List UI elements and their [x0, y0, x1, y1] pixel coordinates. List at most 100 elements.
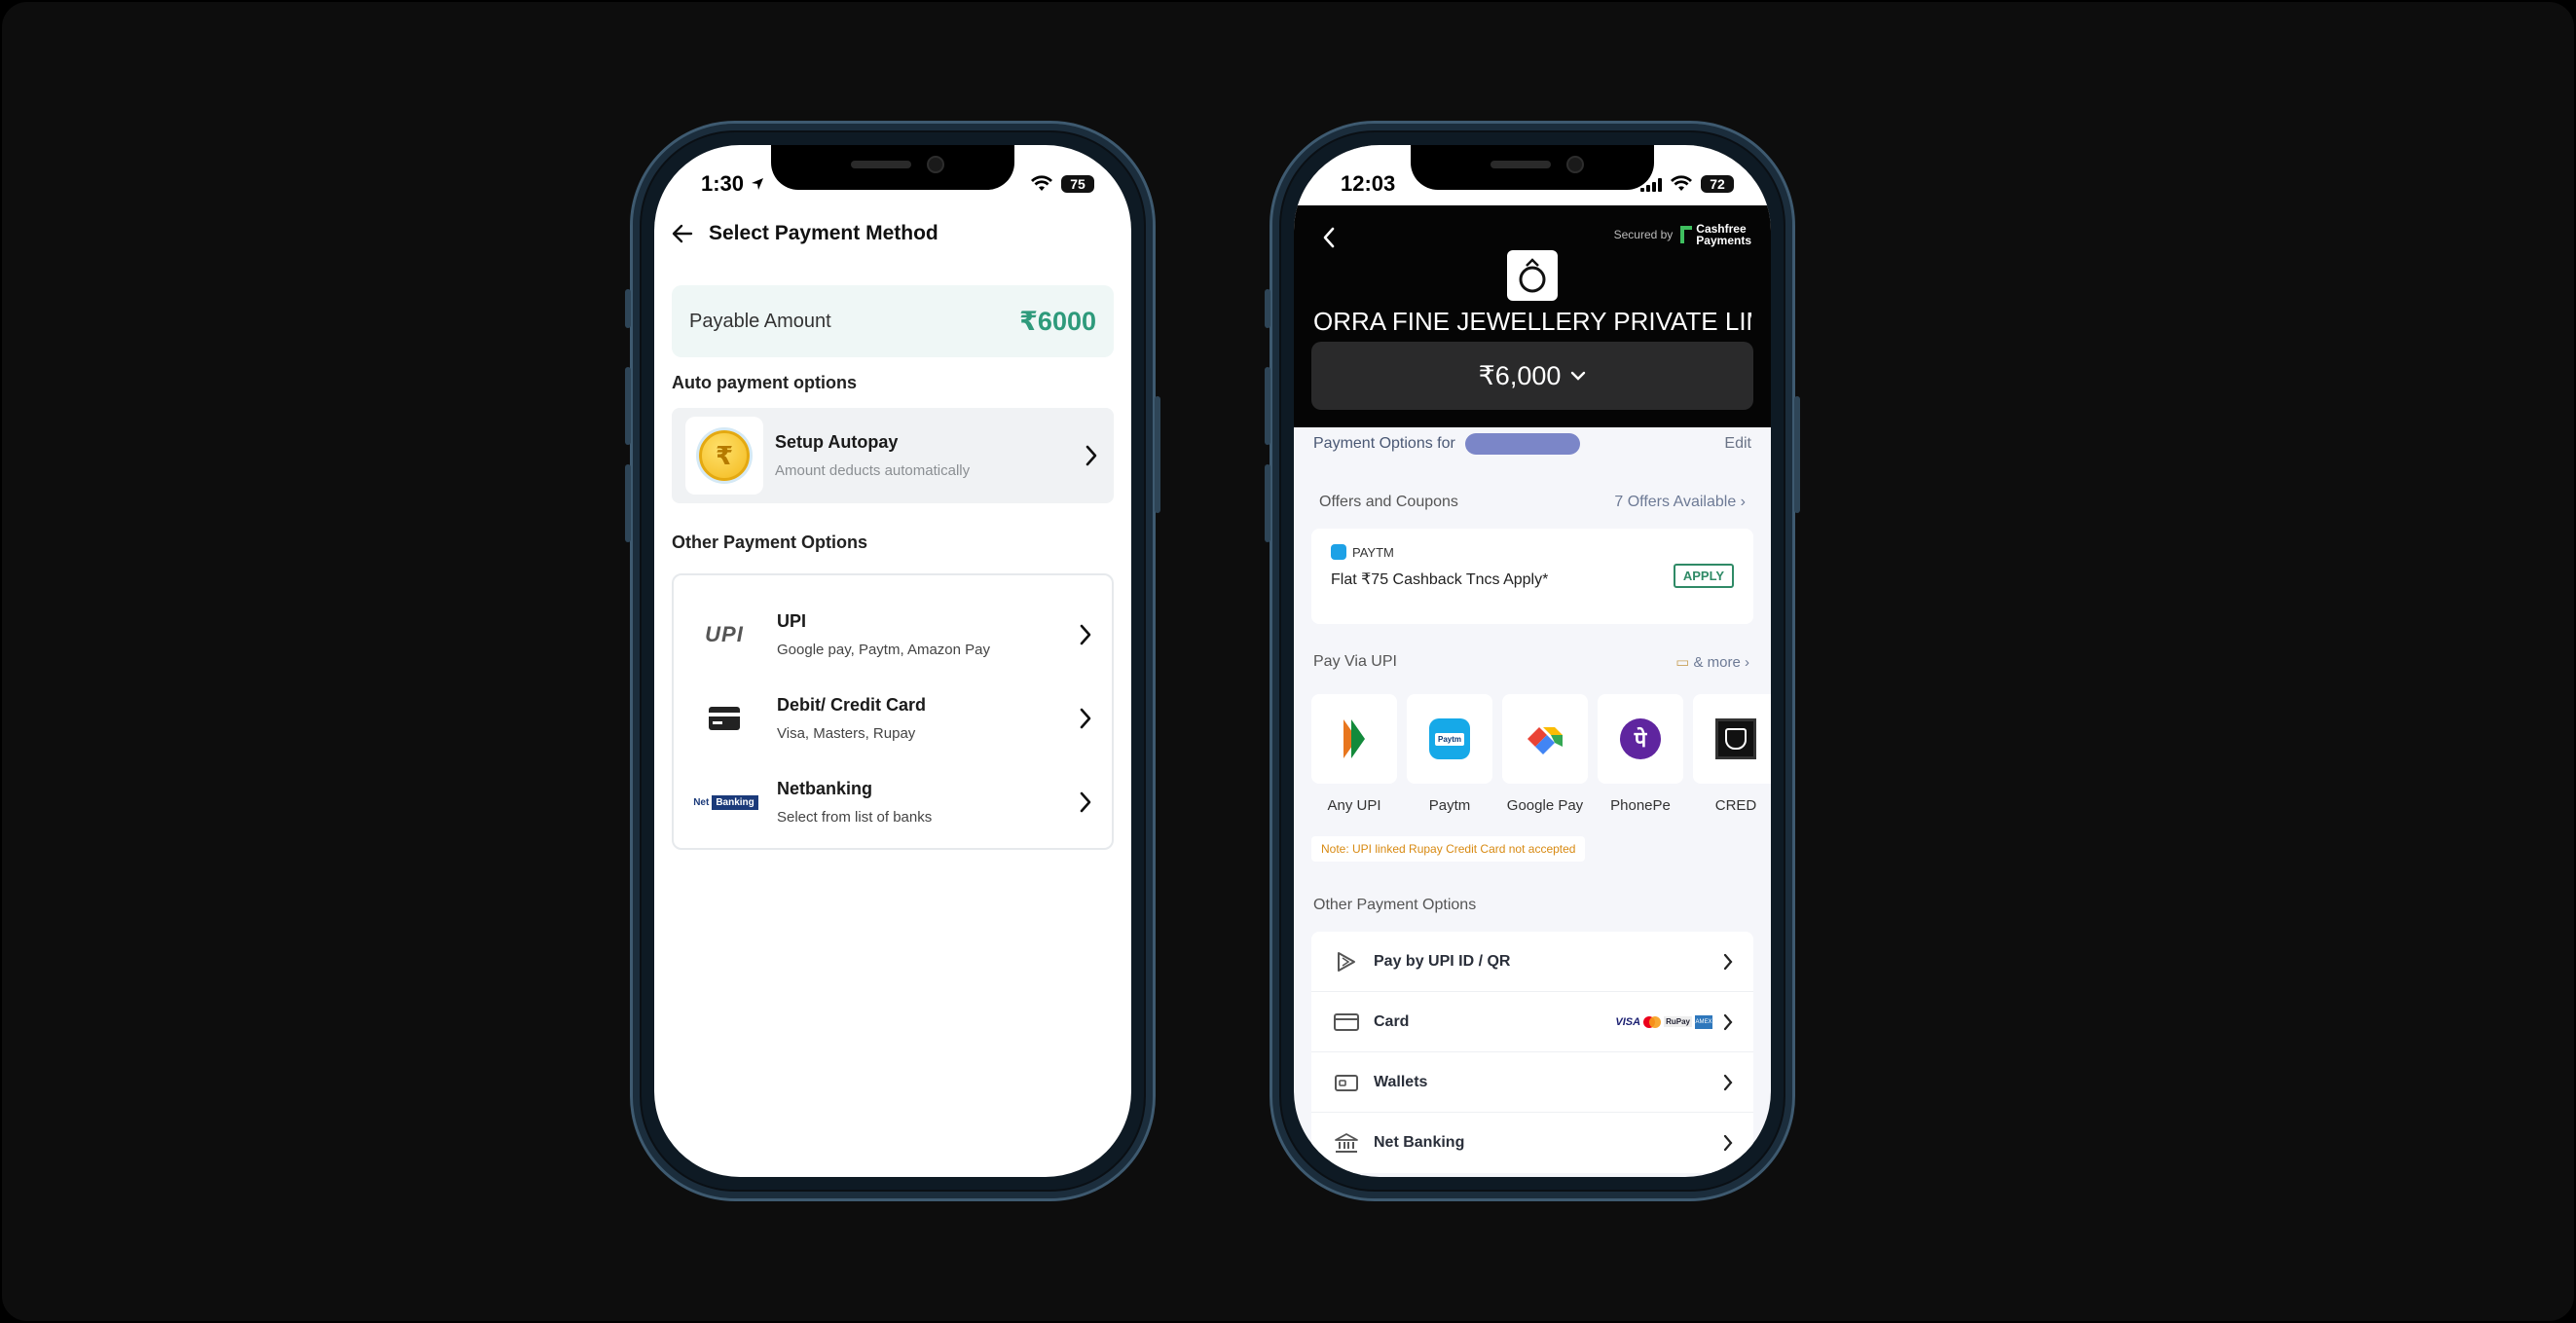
upi-app-label: PhonePe: [1610, 797, 1671, 814]
offer-card: PAYTM Flat ₹75 Cashback Tncs Apply* APPL…: [1311, 529, 1753, 624]
option-upi-subtitle: Google pay, Paytm, Amazon Pay: [777, 642, 991, 658]
location-arrow-icon: [752, 178, 764, 190]
mute-switch: [625, 289, 631, 328]
option-netbanking-title: Netbanking: [777, 779, 873, 798]
page-title: Select Payment Method: [709, 222, 938, 244]
chevron-right-icon: [1723, 1013, 1733, 1030]
notch: [771, 145, 1014, 190]
upi-header: Pay Via UPI ▭ & more ›: [1313, 653, 1749, 671]
netbanking-logo-icon: Net Banking: [690, 794, 758, 810]
netbanking-logo-net: Net: [693, 796, 710, 808]
chevron-right-icon: [1086, 445, 1097, 466]
notch: [1411, 145, 1654, 190]
google-pay-icon: [1527, 727, 1563, 754]
option-label: Net Banking: [1374, 1134, 1465, 1151]
option-label: Wallets: [1374, 1073, 1428, 1090]
paytm-icon: [1331, 544, 1346, 560]
chevron-right-icon: [1080, 624, 1091, 645]
visa-logo: VISA: [1615, 1015, 1641, 1028]
autopay-icon-box: ₹: [685, 417, 763, 495]
merchant-name: ORRA FINE JEWELLERY PRIVATE LIMI...: [1313, 307, 1751, 336]
option-card[interactable]: Debit/ Credit Card Visa, Masters, Rupay: [674, 677, 1112, 760]
wallet-icon: [1335, 1074, 1358, 1091]
option-net-banking[interactable]: Net Banking: [1311, 1113, 1753, 1173]
chevron-right-icon: [1723, 953, 1733, 970]
upi-play-icon: [1338, 951, 1355, 972]
offers-available-link[interactable]: 7 Offers Available ›: [1614, 494, 1746, 511]
chevron-right-icon: ›: [1740, 494, 1746, 510]
bank-card-icon: ▭: [1675, 654, 1690, 671]
upi-title: Pay Via UPI: [1313, 653, 1397, 670]
volume-up-button: [625, 367, 631, 445]
chevron-right-icon: [1723, 1134, 1733, 1152]
status-time: 12:03: [1341, 171, 1396, 196]
option-card[interactable]: Card VISA RuPay AMEX: [1311, 992, 1753, 1052]
cashfree-logo-line2: Payments: [1696, 234, 1751, 247]
amount-value: ₹6,000: [1478, 360, 1562, 390]
option-upi-title: UPI: [777, 611, 807, 631]
edit-link[interactable]: Edit: [1724, 435, 1751, 453]
other-payment-section-title: Other Payment Options: [672, 533, 868, 552]
presentation-background: 1:30 75 Select Payment Method Payable Am…: [2, 2, 2574, 1321]
option-upi[interactable]: UPI UPI Google pay, Paytm, Amazon Pay: [674, 593, 1112, 677]
setup-autopay-option[interactable]: ₹ Setup Autopay Amount deducts automatic…: [672, 408, 1114, 503]
more-upi-apps-label: & more: [1693, 654, 1741, 671]
upi-app-any-upi[interactable]: Any UPI: [1311, 694, 1397, 814]
upi-app-paytm[interactable]: Paytm Paytm: [1407, 694, 1492, 814]
offers-available-label: 7 Offers Available: [1614, 494, 1737, 510]
netbanking-logo-banking: Banking: [712, 794, 758, 810]
payable-amount-card: Payable Amount ₹6000: [672, 285, 1114, 357]
battery-indicator: 75: [1061, 175, 1094, 193]
right-screen: 12:03 72 Secured by Cashfree Payments OR…: [1294, 145, 1771, 1177]
status-time: 1:30: [701, 171, 745, 196]
apply-offer-button[interactable]: APPLY: [1673, 564, 1734, 588]
cred-app-icon: [1715, 718, 1756, 759]
power-button: [1155, 396, 1160, 513]
back-arrow-icon[interactable]: [670, 221, 695, 246]
merchant-logo: [1507, 250, 1558, 301]
paytm-icon-text: Paytm: [1434, 732, 1464, 746]
payment-options-list: UPI UPI Google pay, Paytm, Amazon Pay De…: [672, 573, 1114, 850]
chevron-right-icon: [1080, 708, 1091, 729]
chevron-right-icon: ›: [1745, 654, 1749, 671]
upi-app-label: Google Pay: [1506, 797, 1584, 814]
option-netbanking-subtitle: Select from list of banks: [777, 809, 933, 826]
upi-app-phonepe[interactable]: पे PhonePe: [1598, 694, 1683, 814]
upi-app-google-pay[interactable]: Google Pay: [1502, 694, 1588, 814]
offers-title: Offers and Coupons: [1319, 494, 1458, 510]
volume-down-button: [1265, 464, 1270, 542]
option-card-title: Debit/ Credit Card: [777, 695, 927, 715]
upi-app-cred[interactable]: CRED: [1693, 694, 1771, 814]
option-wallets[interactable]: Wallets: [1311, 1052, 1753, 1113]
upi-app-label: Any UPI: [1327, 797, 1381, 814]
card-icon: [1334, 1012, 1359, 1031]
payment-options-for-label: Payment Options for: [1313, 435, 1455, 453]
auto-payment-section-title: Auto payment options: [672, 373, 857, 392]
option-label: Pay by UPI ID / QR: [1374, 952, 1511, 970]
payable-amount-label: Payable Amount: [689, 310, 831, 332]
upi-apps-row: Any UPI Paytm Paytm Google Pay पे PhoneP…: [1311, 694, 1771, 814]
mastercard-logo-icon: [1643, 1015, 1662, 1028]
offers-header: Offers and Coupons 7 Offers Available ›: [1319, 494, 1746, 511]
autopay-subtitle: Amount deducts automatically: [775, 462, 971, 479]
amount-dropdown[interactable]: ₹6,000: [1311, 342, 1753, 410]
more-upi-apps-link[interactable]: ▭ & more ›: [1675, 653, 1749, 671]
option-upi-id-qr[interactable]: Pay by UPI ID / QR: [1311, 932, 1753, 992]
rupee-coin-icon: ₹: [699, 430, 750, 481]
left-screen: 1:30 75 Select Payment Method Payable Am…: [654, 145, 1131, 1177]
bank-icon: [1335, 1133, 1358, 1153]
chevron-right-icon: [1080, 791, 1091, 813]
back-chevron-icon[interactable]: [1319, 225, 1339, 250]
chevron-right-icon: [1723, 1074, 1733, 1090]
other-payment-options-list: Pay by UPI ID / QR Card VISA RuPay AMEX: [1311, 932, 1753, 1173]
right-phone-frame: 12:03 72 Secured by Cashfree Payments OR…: [1265, 121, 1800, 1201]
other-options-title: Other Payment Options: [1313, 897, 1477, 913]
wifi-icon: [1671, 175, 1692, 191]
option-netbanking[interactable]: Net Banking Netbanking Select from list …: [674, 760, 1112, 844]
secured-by-badge: Secured by Cashfree Payments: [1614, 223, 1751, 246]
upi-logo-icon: UPI: [705, 622, 744, 646]
offer-brand: PAYTM: [1352, 544, 1394, 560]
payment-options-for-bar: Payment Options for Edit: [1313, 433, 1751, 455]
battery-indicator: 72: [1701, 175, 1734, 193]
upi-app-label: CRED: [1714, 797, 1757, 814]
